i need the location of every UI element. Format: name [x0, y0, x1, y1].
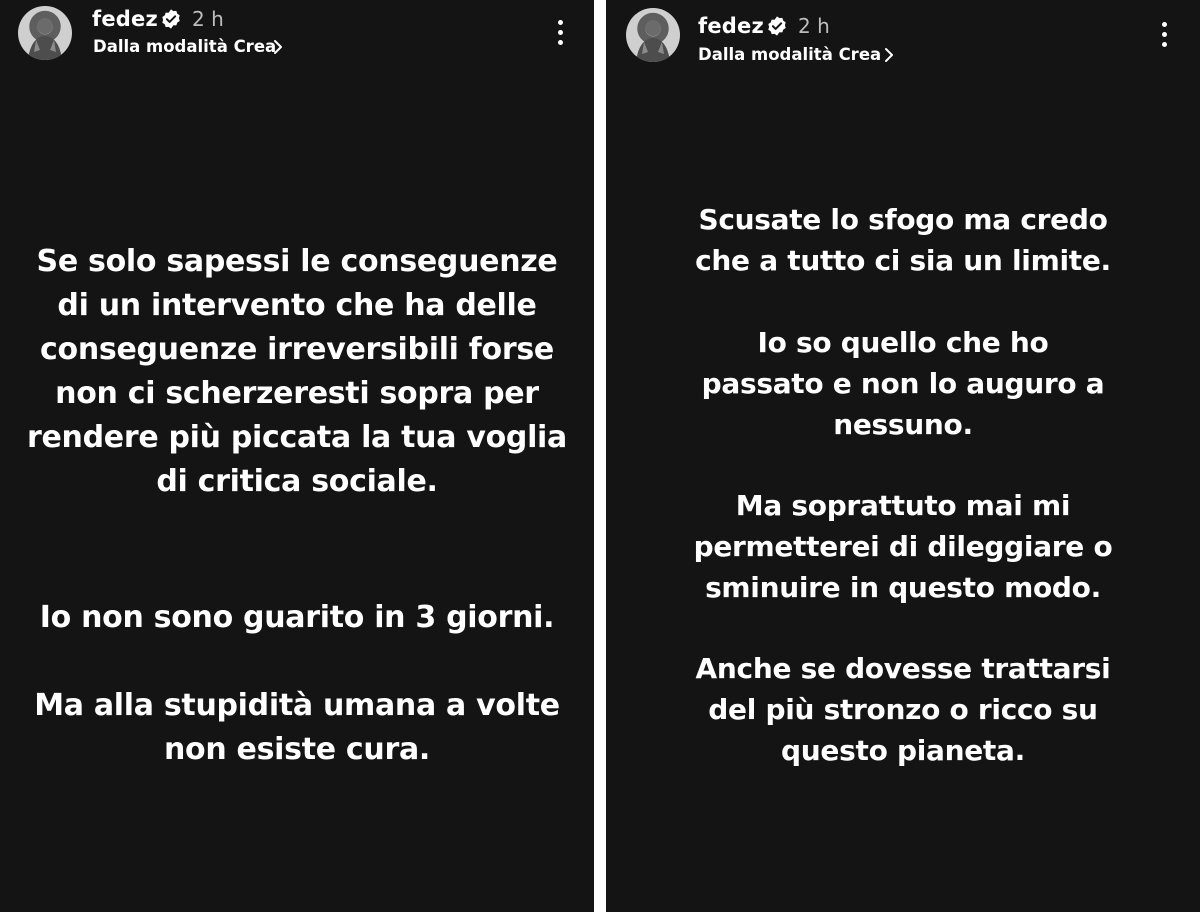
- chevron-right-icon[interactable]: [881, 47, 897, 63]
- username[interactable]: fedez: [698, 13, 764, 39]
- story-text-paragraph: Io so quello che ho passato e non lo aug…: [606, 322, 1200, 445]
- story-text-line: di critica sociale.: [156, 464, 438, 499]
- story-text-line: che a tutto ci sia un limite.: [695, 244, 1111, 277]
- story-panel-left: fedez 2 h Dalla modalità Crea Se solo sa…: [0, 0, 594, 912]
- more-vertical-icon[interactable]: [556, 18, 566, 48]
- avatar-image: [28, 18, 62, 60]
- story-text-paragraph: Ma soprattuto mai mi permetterei di dile…: [606, 485, 1200, 608]
- story-panel-right: fedez 2 h Dalla modalità Crea Scusate lo…: [606, 0, 1200, 912]
- story-text-line: sminuire in questo modo.: [705, 571, 1101, 604]
- post-time: 2 h: [192, 7, 224, 31]
- story-text-line: Io non sono guarito in 3 giorni.: [39, 600, 555, 635]
- story-text-line: Se solo sapessi le conseguenze: [36, 244, 558, 279]
- verified-badge-icon: [768, 16, 786, 36]
- story-text-line: del più stronzo o ricco su: [708, 693, 1098, 726]
- story-text-line: nessuno.: [833, 408, 973, 441]
- story-text-line: di un intervento che ha delle: [57, 288, 537, 323]
- story-text-paragraph: Anche se dovesse trattarsi del più stron…: [606, 648, 1200, 771]
- chevron-right-icon[interactable]: [270, 39, 286, 55]
- story-text-line: permetterei di dileggiare o: [693, 530, 1113, 563]
- story-header: fedez 2 h Dalla modalità Crea: [606, 0, 1200, 70]
- story-text-paragraph: Io non sono guarito in 3 giorni.: [0, 596, 594, 640]
- story-text-paragraph: Ma alla stupidità umana a volte non esis…: [0, 684, 594, 772]
- story-text-line: non esiste cura.: [163, 732, 431, 767]
- story-text-line: Scusate lo sfogo ma credo: [698, 203, 1108, 236]
- more-vertical-icon[interactable]: [1160, 20, 1170, 50]
- story-text-line: Anche se dovesse trattarsi: [695, 652, 1111, 685]
- post-time: 2 h: [798, 14, 830, 38]
- story-text-line: passato e non lo auguro a: [701, 367, 1105, 400]
- avatar-image: [636, 20, 670, 62]
- avatar[interactable]: [626, 8, 680, 62]
- story-text-line: non ci scherzeresti sopra per: [55, 376, 539, 411]
- story-text-paragraph: Se solo sapessi le conseguenze di un int…: [0, 240, 594, 504]
- story-header: fedez 2 h Dalla modalità Crea: [0, 0, 594, 70]
- avatar[interactable]: [18, 6, 72, 60]
- story-text-paragraph: Scusate lo sfogo ma credo che a tutto ci…: [606, 199, 1200, 281]
- verified-badge-icon: [162, 9, 180, 29]
- create-mode-link[interactable]: Dalla modalità Crea: [698, 44, 881, 66]
- story-text-line: Io so quello che ho: [757, 326, 1049, 359]
- story-text-line: Ma alla stupidità umana a volte: [34, 688, 560, 723]
- username[interactable]: fedez: [92, 6, 158, 32]
- create-mode-link[interactable]: Dalla modalità Crea: [93, 36, 276, 58]
- story-text-line: Ma soprattuto mai mi: [735, 489, 1071, 522]
- story-text-line: conseguenze irreversibili forse: [40, 332, 554, 367]
- story-text-line: questo pianeta.: [781, 734, 1025, 767]
- story-text-line: rendere più piccata la tua voglia: [27, 420, 567, 455]
